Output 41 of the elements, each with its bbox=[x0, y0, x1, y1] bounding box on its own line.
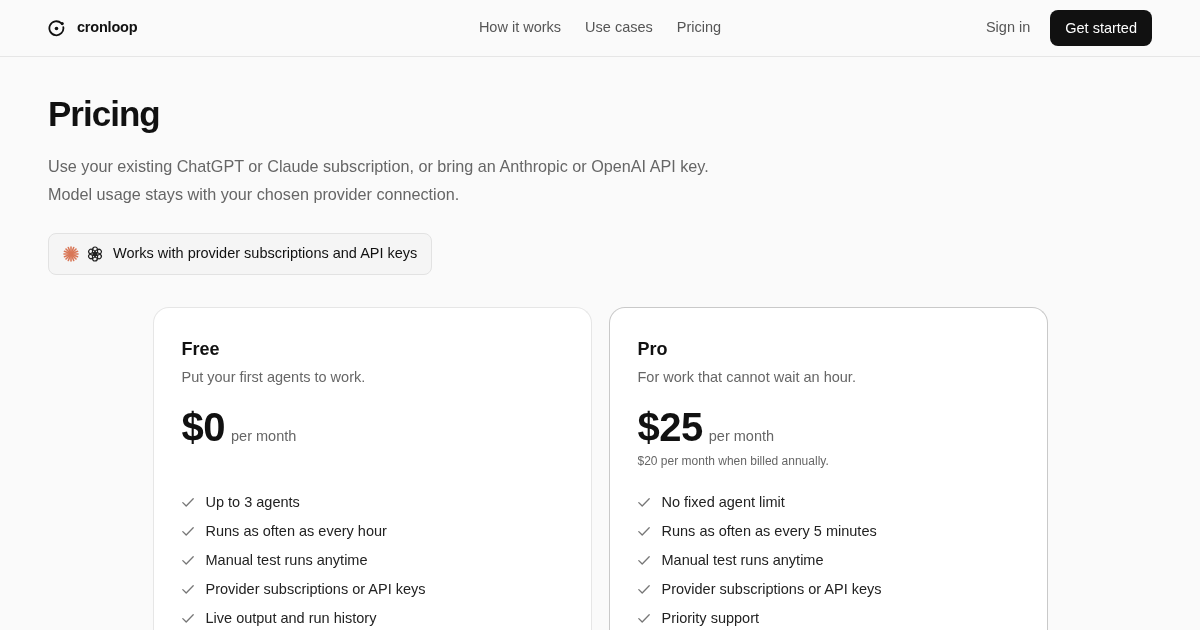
annual-price-note: $20 per month when billed annually. bbox=[637, 452, 830, 469]
get-started-button[interactable]: Get started bbox=[1050, 10, 1152, 46]
check-icon bbox=[181, 584, 194, 594]
logo-icon bbox=[48, 19, 65, 37]
feature-text: Manual test runs anytime bbox=[661, 551, 824, 570]
check-icon bbox=[637, 555, 650, 565]
starburst-icon bbox=[63, 246, 79, 262]
feature-text: Runs as often as every 5 minutes bbox=[661, 522, 877, 541]
plan-name: Pro bbox=[637, 338, 669, 361]
check-icon bbox=[637, 497, 650, 507]
check-icon bbox=[181, 555, 194, 565]
plan-price: $0 bbox=[181, 408, 225, 446]
price-period: per month bbox=[708, 427, 775, 446]
feature-text: Provider subscriptions or API keys bbox=[661, 580, 882, 599]
chip-label: Works with provider subscriptions and API keys bbox=[113, 244, 418, 264]
check-icon bbox=[181, 613, 194, 623]
check-icon bbox=[637, 526, 650, 536]
plan-name: Free bbox=[181, 338, 221, 361]
knot-icon bbox=[87, 246, 103, 262]
plan-description: Put your first agents to work. bbox=[181, 368, 367, 387]
feature-text: No fixed agent limit bbox=[661, 493, 785, 512]
sign-in-link[interactable]: Sign in bbox=[985, 17, 1031, 39]
nav-link[interactable]: How it works bbox=[478, 17, 562, 39]
price-period: per month bbox=[231, 427, 297, 446]
brand-name[interactable]: cronloop bbox=[77, 17, 138, 39]
feature-text: Live output and run history bbox=[205, 609, 377, 628]
feature-text: Runs as often as every hour bbox=[205, 522, 387, 541]
feature-text: Priority support bbox=[661, 609, 759, 628]
page-subtitle: Use your existing ChatGPT or Claude subscription, or bring an Anthropic or OpenAI API key. Model usage stays with your chosen provider connection. bbox=[48, 156, 709, 205]
feature-text: Provider subscriptions or API keys bbox=[205, 580, 426, 599]
plan-description: For work that cannot wait an hour. bbox=[637, 368, 857, 387]
nav-link[interactable]: Pricing bbox=[676, 17, 722, 39]
feature-text: Up to 3 agents bbox=[205, 493, 300, 512]
page-title: Pricing bbox=[48, 93, 160, 135]
nav-link[interactable]: Use cases bbox=[585, 17, 653, 39]
check-icon bbox=[637, 613, 650, 623]
check-icon bbox=[181, 526, 194, 536]
plan-price: $25 bbox=[637, 408, 703, 446]
check-icon bbox=[637, 584, 650, 594]
feature-text: Manual test runs anytime bbox=[205, 551, 368, 570]
check-icon bbox=[181, 497, 194, 507]
